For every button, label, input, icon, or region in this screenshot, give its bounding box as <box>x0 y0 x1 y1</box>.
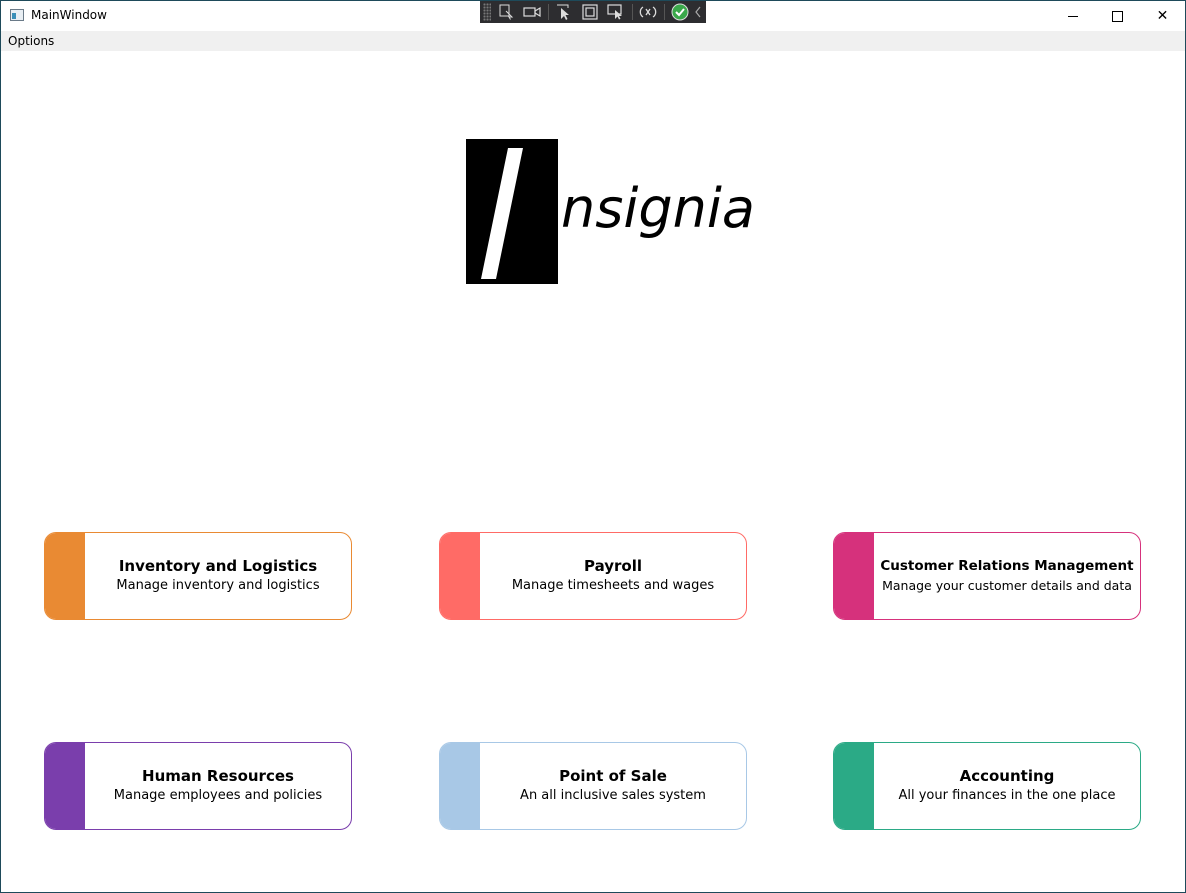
collapse-icon[interactable] <box>691 3 706 21</box>
card-accent-bar <box>834 743 874 829</box>
card-subtitle: An all inclusive sales system <box>520 788 706 803</box>
toolbar-separator <box>547 4 549 20</box>
card-point-of-sale[interactable]: Point of Sale An all inclusive sales sys… <box>439 742 747 830</box>
card-accent-bar <box>45 743 85 829</box>
card-subtitle: Manage inventory and logistics <box>116 578 320 593</box>
card-inventory-and-logistics[interactable]: Inventory and Logistics Manage inventory… <box>44 532 352 620</box>
video-icon[interactable] <box>522 3 543 21</box>
layout-adorner-icon[interactable] <box>580 3 601 21</box>
minimize-button[interactable] <box>1050 1 1095 31</box>
debug-toolbar <box>480 1 706 23</box>
select-pointer-icon[interactable] <box>554 3 575 21</box>
logo-i-mark: I <box>481 148 523 279</box>
app-window-icon <box>10 9 24 21</box>
toolbar-separator <box>631 4 633 20</box>
select-element-icon[interactable] <box>496 3 517 21</box>
hot-reload-icon[interactable] <box>638 3 659 21</box>
close-button[interactable]: ✕ <box>1140 1 1185 31</box>
toolbar-grip-icon[interactable] <box>483 3 491 21</box>
close-icon: ✕ <box>1156 8 1169 24</box>
card-subtitle: Manage employees and policies <box>113 788 323 803</box>
card-title: Human Resources <box>142 767 294 785</box>
card-accent-bar <box>440 743 480 829</box>
card-subtitle: All your finances in the one place <box>898 788 1116 803</box>
card-human-resources[interactable]: Human Resources Manage employees and pol… <box>44 742 352 830</box>
menu-bar: Options <box>1 31 1185 51</box>
card-title: Point of Sale <box>559 767 667 785</box>
card-title: Payroll <box>583 557 642 575</box>
card-subtitle: Manage your customer details and data <box>882 578 1132 593</box>
binding-check-icon[interactable] <box>670 3 691 21</box>
card-accent-bar <box>834 533 874 619</box>
card-accent-bar <box>440 533 480 619</box>
window-title: MainWindow <box>31 8 107 22</box>
card-accent-bar <box>45 533 85 619</box>
menu-options[interactable]: Options <box>8 34 54 48</box>
main-window: MainWindow ✕ Options nsignia Inventory a… <box>0 0 1186 893</box>
card-customer-relations-management[interactable]: Customer Relations Management Manage you… <box>833 532 1141 620</box>
card-accounting[interactable]: Accounting All your finances in the one … <box>833 742 1141 830</box>
card-subtitle: Manage timesheets and wages <box>511 578 715 593</box>
toolbar-separator <box>663 4 665 20</box>
logo-wordmark: nsignia <box>561 177 755 240</box>
maximize-button[interactable] <box>1095 1 1140 31</box>
track-focus-icon[interactable] <box>606 3 627 21</box>
card-payroll[interactable]: Payroll Manage timesheets and wages <box>439 532 747 620</box>
card-title: Inventory and Logistics <box>118 557 318 575</box>
minimize-icon <box>1067 15 1078 17</box>
maximize-icon <box>1112 10 1123 22</box>
card-title: Customer Relations Management <box>880 558 1134 574</box>
card-title: Accounting <box>959 767 1055 785</box>
